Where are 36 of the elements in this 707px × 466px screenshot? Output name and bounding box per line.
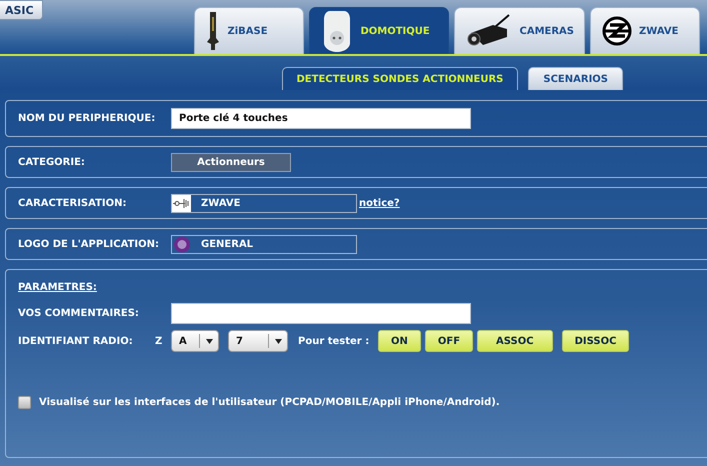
zwave-logo-icon [601,15,633,47]
nav-tab[interactable]: CAMERAS [454,7,585,54]
field-label: LOGO DE L'APPLICATION: [18,238,160,250]
notice-link[interactable]: notice? [359,198,400,208]
comments-field[interactable] [171,303,471,324]
back-button[interactable]: ASIC [0,0,43,20]
checkbox[interactable] [18,396,31,409]
caret-icon [206,338,212,344]
app-logo-icon [172,236,191,252]
field-label: NOM DU PERIPHERIQUE: [18,113,156,124]
sub-tab[interactable]: DETECTEURS SONDES ACTIONNEURS [282,67,518,90]
field-label: CATEGORIE: [18,156,86,168]
field-label: CARACTERISATION: [18,198,128,208]
category-button[interactable]: Actionneurs [171,152,291,172]
device-icon [205,11,222,51]
section-title: PARAMETRES: [18,282,97,293]
characterization-field[interactable]: ZWAVE [171,194,357,212]
test-button[interactable]: DISSOC [562,330,630,352]
prefix-label: Z [155,336,164,346]
test-button[interactable]: ON [378,330,421,352]
field-label: VOS COMMENTAIRES: [18,308,140,319]
nav-tab[interactable]: DOMOTIQUE [309,7,450,54]
test-button[interactable]: ASSOC [477,330,553,352]
unit-dropdown[interactable]: 7 [228,330,288,352]
nav-tab[interactable]: ZWAVE [590,7,700,54]
house-dropdown[interactable]: A [171,330,219,352]
name-field[interactable]: Porte clé 4 touches [171,108,471,129]
checkbox-label: Visualisé sur les interfaces de l'utilisateur (PCPAD/MOBILE/Appli iPhone/Android). [39,397,500,408]
nav-tab[interactable]: ZiBASE [194,7,304,54]
test-label: Pour tester : [298,336,370,346]
logo-field[interactable]: GENERAL [171,234,357,254]
field-label: IDENTIFIANT RADIO: [18,336,134,346]
sub-tab[interactable]: SCENARIOS [528,67,623,90]
antenna-icon [172,194,191,212]
caret-icon [274,338,282,344]
test-button[interactable]: OFF [424,330,474,352]
